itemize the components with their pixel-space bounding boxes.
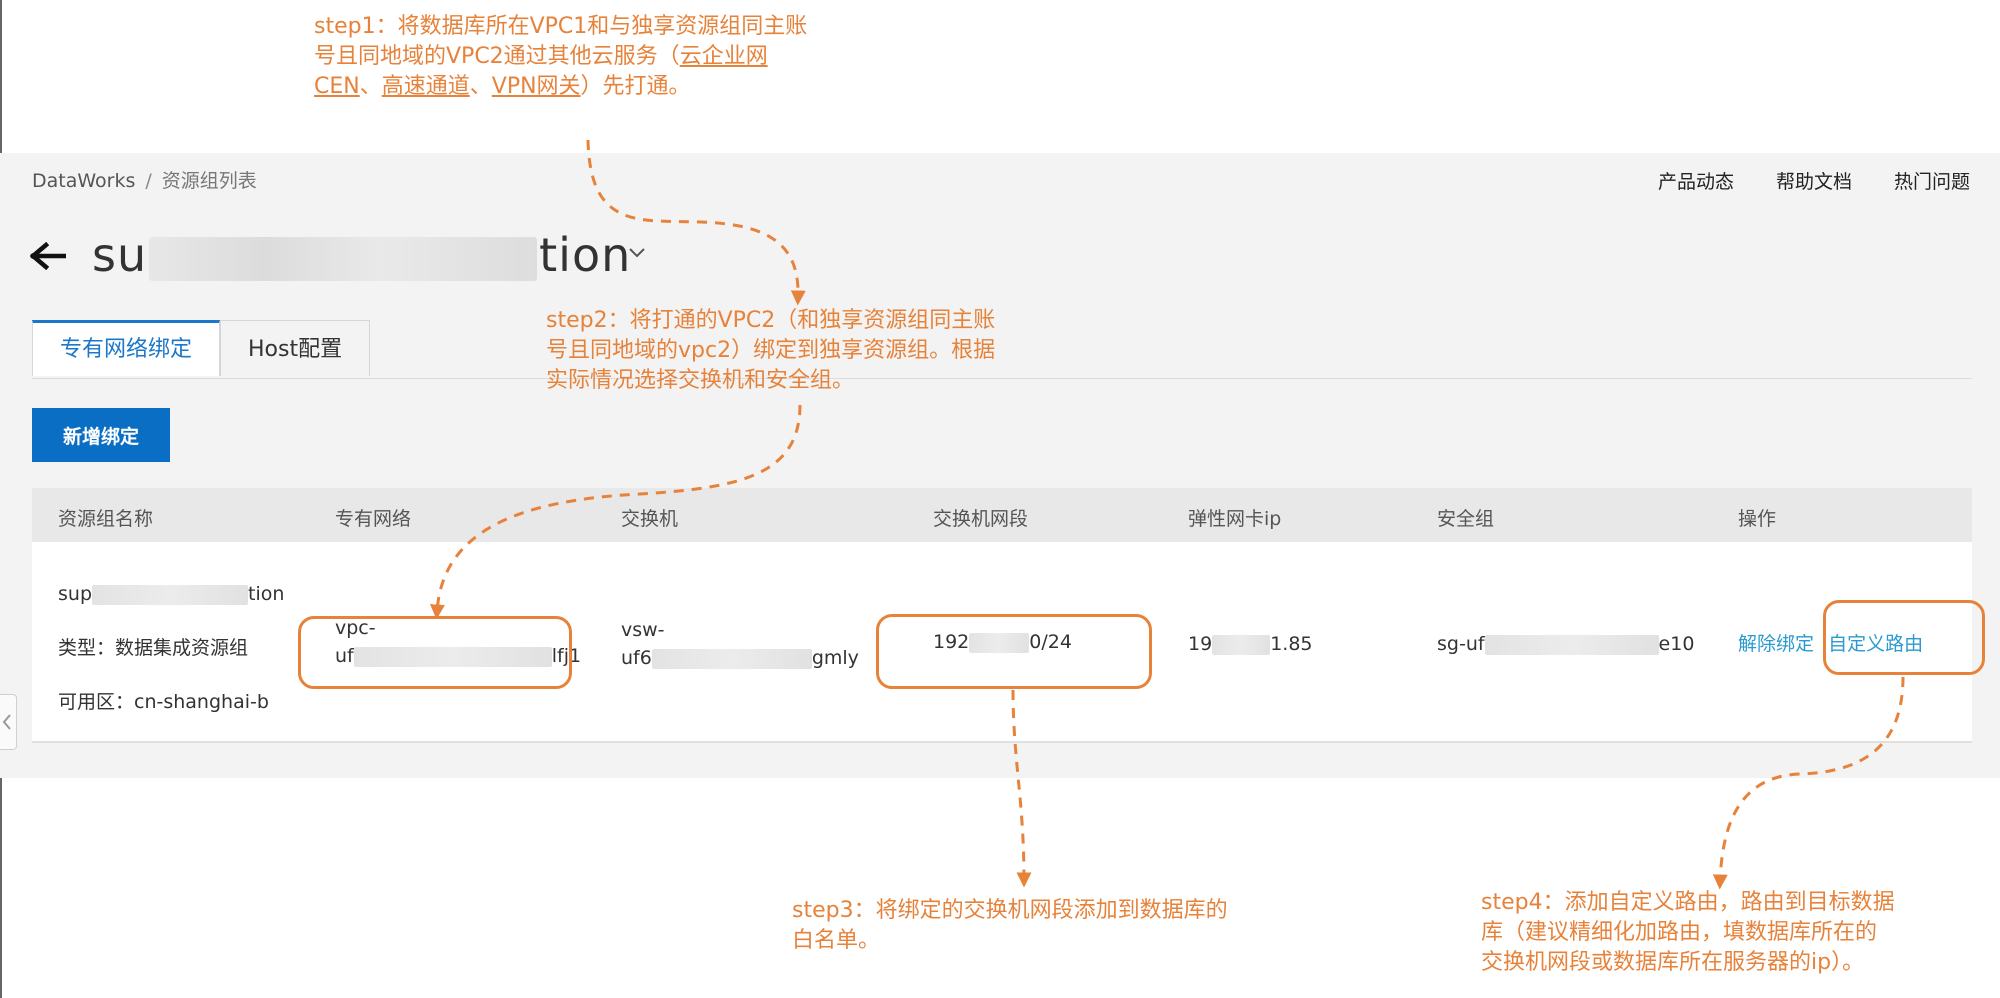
route-highlight-box (1823, 600, 1985, 675)
row-security-group: sg-uf e10 (1437, 630, 1694, 658)
page-title-prefix: su (92, 228, 148, 282)
row-type: 类型：数据集成资源组 (58, 637, 249, 659)
tab-host-config[interactable]: Host配置 (220, 320, 371, 376)
row-eni-ip: 19 1.85 (1188, 630, 1313, 658)
vsw-prefix: uf6 (621, 647, 652, 669)
cen-link[interactable]: 云企业网 (680, 44, 768, 69)
header-vpc: 专有网络 (335, 508, 412, 530)
faq-link[interactable]: 热门问题 (1894, 167, 1970, 194)
breadcrumb: DataWorks / 资源组列表 (32, 166, 257, 193)
table-row-divider (32, 741, 1972, 743)
step4-note: step4：添加自定义路由，路由到目标数据 库（建议精细化加路由，填数据库所在的… (1481, 888, 1981, 978)
step3-line1: step3：将绑定的交换机网段添加到数据库的 (792, 898, 1228, 923)
redacted-block (149, 236, 538, 281)
step4-line3: 交换机网段或数据库所在服务器的ip）。 (1481, 950, 1865, 975)
add-binding-button[interactable]: 新增绑定 (32, 408, 170, 462)
redacted-block (1212, 634, 1271, 655)
back-arrow-icon[interactable] (30, 238, 66, 274)
step2-line3: 实际情况选择交换机和安全组。 (546, 368, 855, 393)
redacted-block (92, 584, 249, 605)
step3-note: step3：将绑定的交换机网段添加到数据库的 白名单。 (792, 896, 1312, 956)
page-title: su tion (92, 228, 631, 282)
row-resource-group-name: sup tion (58, 580, 284, 608)
sg-prefix: sg-uf (1437, 633, 1485, 655)
sg-suffix: e10 (1658, 633, 1695, 655)
breadcrumb-current[interactable]: 资源组列表 (162, 170, 257, 192)
header-resource-group-name: 资源组名称 (58, 508, 154, 530)
redacted-block (651, 648, 812, 669)
name-suffix: tion (248, 583, 285, 605)
express-connect-link[interactable]: 高速通道 (382, 74, 470, 99)
row-vswitch: vsw- uf6 gmly (621, 616, 859, 672)
redacted-block (1484, 634, 1659, 655)
step1-note: step1：将数据库所在VPC1和与独享资源组同主账 号且同地域的VPC2通过其… (314, 12, 874, 102)
header-vswitch: 交换机 (621, 508, 679, 530)
vsw-suffix: gmly (811, 647, 859, 669)
breadcrumb-root[interactable]: DataWorks (32, 170, 135, 192)
unbind-link[interactable]: 解除绑定 (1738, 633, 1814, 655)
step2-line1: step2：将打通的VPC2（和独享资源组同主账 (546, 308, 996, 333)
tab-vpc-binding[interactable]: 专有网络绑定 (32, 320, 221, 376)
row-zone: 可用区：cn-shanghai-b (58, 691, 269, 713)
table-header: 资源组名称 专有网络 交换机 交换机网段 弹性网卡ip 安全组 操作 (32, 488, 1972, 542)
header-vswitch-cidr: 交换机网段 (933, 508, 1029, 530)
step4-line1: step4：添加自定义路由，路由到目标数据 (1481, 890, 1895, 915)
product-news-link[interactable]: 产品动态 (1658, 167, 1734, 194)
chevron-down-icon[interactable] (628, 246, 646, 260)
vsw-line1: vsw- (621, 619, 665, 641)
step1-line1: step1：将数据库所在VPC1和与独享资源组同主账 (314, 14, 808, 39)
step1-sep2: 、 (469, 74, 492, 99)
step4-line2: 库（建议精细化加路由，填数据库所在的 (1481, 920, 1878, 945)
step1-sep1: 、 (359, 74, 382, 99)
name-prefix: sup (58, 583, 93, 605)
vpn-gateway-link[interactable]: VPN网关 (492, 74, 581, 99)
step2-line2: 号且同地域的vpc2）绑定到独享资源组。根据 (546, 338, 996, 363)
eni-suffix: 1.85 (1270, 633, 1313, 655)
step1-end: ）先打通。 (580, 74, 691, 99)
help-docs-link[interactable]: 帮助文档 (1776, 167, 1852, 194)
cidr-highlight-box (876, 614, 1152, 689)
header-eni-ip: 弹性网卡ip (1188, 508, 1282, 530)
breadcrumb-separator: / (145, 170, 152, 192)
top-links: 产品动态 帮助文档 热门问题 (1658, 167, 1970, 194)
page-title-suffix: tion (539, 228, 632, 282)
header-actions: 操作 (1738, 508, 1777, 530)
tab-bar: 专有网络绑定 Host配置 (32, 320, 371, 378)
step2-note: step2：将打通的VPC2（和独享资源组同主账 号且同地域的vpc2）绑定到独… (546, 306, 1066, 396)
step3-line2: 白名单。 (792, 928, 881, 953)
eni-prefix: 19 (1188, 633, 1213, 655)
step1-line2: 号且同地域的VPC2通过其他云服务（ (314, 44, 680, 69)
header-security-group: 安全组 (1437, 508, 1495, 530)
vpc-highlight-box (298, 616, 572, 689)
collapse-left-icon[interactable] (0, 694, 17, 750)
cen-link-cont[interactable]: CEN (314, 74, 360, 99)
